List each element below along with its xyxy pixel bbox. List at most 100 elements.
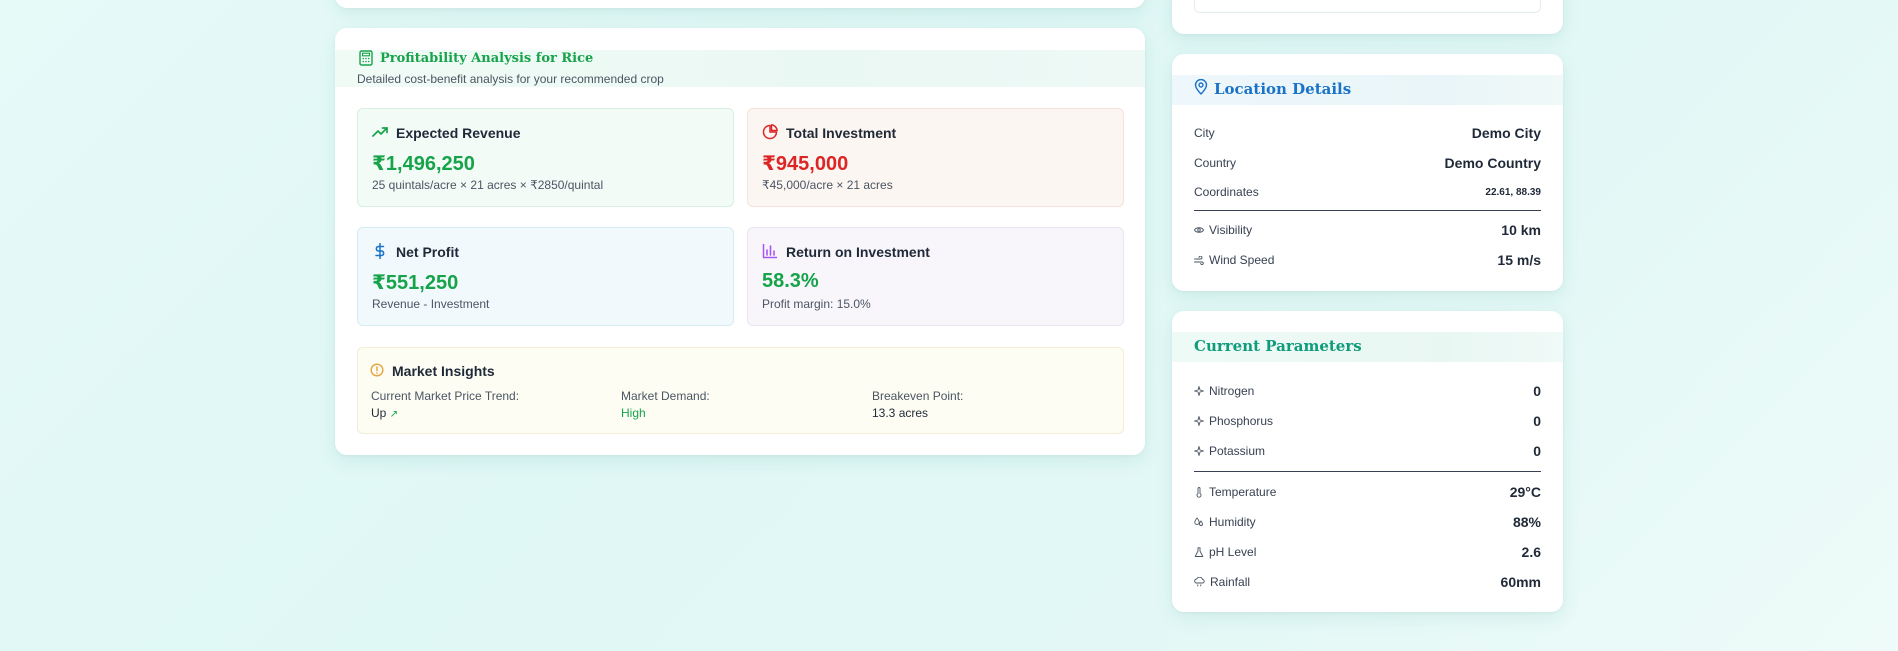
wind-speed-value: 15 m/s (1497, 252, 1541, 268)
net-profit-value: ₹551,250 (372, 272, 459, 294)
nitrogen-label-wrap: Nitrogen (1194, 384, 1254, 398)
market-demand-value: High (621, 406, 646, 420)
breakeven-label: Breakeven Point: (872, 389, 964, 403)
potassium-row: Potassium 0 (1194, 442, 1541, 460)
expected-revenue-formula: 25 quintals/acre × 21 acres × ₹2850/quin… (372, 178, 604, 192)
nitrogen-label: Nitrogen (1209, 384, 1255, 398)
visibility-label-wrap: Visibility (1194, 223, 1252, 237)
potassium-label-wrap: Potassium (1194, 444, 1265, 458)
price-trend-label: Current Market Price Trend: (371, 389, 520, 403)
expected-revenue-value: ₹1,496,250 (372, 153, 475, 175)
eye-icon (1194, 227, 1204, 233)
current-parameters-card: Current Parameters Nitrogen 0 Phosphorus… (1172, 311, 1563, 612)
previous-side-card-bottom (1172, 0, 1563, 34)
previous-side-card-field (1194, 0, 1541, 13)
sparkle-icon (1194, 386, 1204, 396)
cloud-rain-icon (1194, 577, 1205, 587)
total-investment-label: Total Investment (786, 125, 897, 141)
calculator-icon (359, 50, 373, 66)
net-profit-label: Net Profit (396, 244, 459, 260)
rainfall-value: 60mm (1500, 574, 1541, 590)
phosphorus-label-wrap: Phosphorus (1194, 414, 1273, 428)
total-investment-formula: ₹45,000/acre × 21 acres (762, 178, 893, 192)
visibility-value: 10 km (1501, 222, 1541, 238)
total-investment-card: Total Investment ₹945,000 ₹45,000/acre ×… (747, 108, 1124, 207)
roi-label: Return on Investment (786, 244, 930, 260)
price-trend: Current Market Price Trend: Up ↗ (371, 389, 519, 420)
trending-up-icon (372, 127, 388, 137)
dollar-icon (375, 243, 385, 259)
phosphorus-row: Phosphorus 0 (1194, 412, 1541, 430)
humidity-value: 88% (1512, 514, 1541, 530)
humidity-label: Humidity (1209, 515, 1256, 529)
location-details-card: Location Details City Demo City Country … (1172, 54, 1563, 291)
net-profit-formula: Revenue - Investment (372, 297, 490, 311)
profitability-subtitle: Detailed cost-benefit analysis for your … (357, 72, 664, 86)
ph-level-label: pH Level (1209, 545, 1257, 559)
profitability-card: Profitability Analysis for Rice Detailed… (335, 28, 1145, 455)
parameters-title: Current Parameters (1194, 337, 1362, 355)
potassium-value: 0 (1533, 443, 1541, 459)
wind-speed-label: Wind Speed (1209, 253, 1275, 267)
alert-circle-icon (370, 363, 384, 377)
roi-card: Return on Investment 58.3% Profit margin… (747, 227, 1124, 326)
nitrogen-value: 0 (1533, 383, 1541, 399)
ph-level-label-wrap: pH Level (1194, 545, 1256, 559)
expected-revenue-card: Expected Revenue ₹1,496,250 25 quintals/… (357, 108, 734, 207)
breakeven-value: 13.3 acres (872, 406, 929, 420)
humidity-label-wrap: Humidity (1194, 515, 1256, 529)
rainfall-row: Rainfall 60mm (1194, 573, 1541, 591)
country-value: Demo Country (1444, 155, 1541, 171)
market-demand: Market Demand: High (621, 389, 710, 420)
visibility-row: Visibility 10 km (1194, 221, 1541, 239)
country-label: Country (1194, 156, 1237, 170)
ph-level-value: 2.6 (1521, 544, 1541, 560)
visibility-label: Visibility (1209, 223, 1253, 237)
location-title: Location Details (1214, 80, 1352, 98)
pie-chart-icon (762, 124, 778, 140)
thermometer-icon (1196, 486, 1202, 498)
breakeven-point: Breakeven Point: 13.3 acres (872, 389, 963, 420)
profit-margin-note: Profit margin: 15.0% (762, 297, 871, 311)
city-label: City (1194, 126, 1215, 140)
temperature-label: Temperature (1209, 485, 1277, 499)
trend-up-arrow-icon: ↗ (389, 409, 399, 420)
coordinates-value: 22.61, 88.39 (1485, 186, 1541, 198)
potassium-label: Potassium (1209, 444, 1266, 458)
ph-level-row: pH Level 2.6 (1194, 543, 1541, 561)
previous-card-bottom (335, 0, 1145, 8)
sparkle-icon (1194, 416, 1204, 426)
profitability-title: Profitability Analysis for Rice (380, 51, 594, 66)
country-row: Country Demo Country (1194, 154, 1541, 172)
expected-revenue-label: Expected Revenue (396, 125, 521, 141)
nitrogen-row: Nitrogen 0 (1194, 382, 1541, 400)
humidity-row: Humidity 88% (1194, 513, 1541, 531)
temperature-row: Temperature 29°C (1194, 483, 1541, 501)
coordinates-row: Coordinates 22.61, 88.39 (1194, 183, 1541, 201)
city-value: Demo City (1471, 125, 1541, 141)
wind-speed-row: Wind Speed 15 m/s (1194, 251, 1541, 269)
phosphorus-label: Phosphorus (1209, 414, 1274, 428)
city-row: City Demo City (1194, 124, 1541, 142)
market-insights-title: Market Insights (392, 363, 495, 379)
coordinates-label: Coordinates (1194, 185, 1259, 199)
flask-icon (1194, 546, 1204, 557)
parameters-divider (1194, 471, 1541, 472)
market-demand-label: Market Demand: (621, 389, 710, 403)
wind-speed-label-wrap: Wind Speed (1194, 253, 1274, 267)
market-insights-panel: Market Insights Current Market Price Tre… (357, 347, 1124, 434)
bar-chart-icon (762, 244, 777, 259)
sparkle-icon (1194, 446, 1204, 456)
droplets-icon (1194, 517, 1203, 526)
wind-icon (1194, 255, 1204, 265)
rainfall-label: Rainfall (1210, 575, 1251, 589)
phosphorus-value: 0 (1533, 413, 1541, 429)
net-profit-card: Net Profit ₹551,250 Revenue - Investment (357, 227, 734, 326)
temperature-value: 29°C (1509, 484, 1541, 500)
location-divider (1194, 210, 1541, 211)
roi-value: 58.3% (762, 270, 819, 292)
price-trend-value: Up (371, 406, 387, 420)
map-pin-icon (1194, 79, 1208, 95)
price-trend-value-wrap: Up ↗ (371, 406, 519, 420)
total-investment-value: ₹945,000 (762, 153, 849, 175)
